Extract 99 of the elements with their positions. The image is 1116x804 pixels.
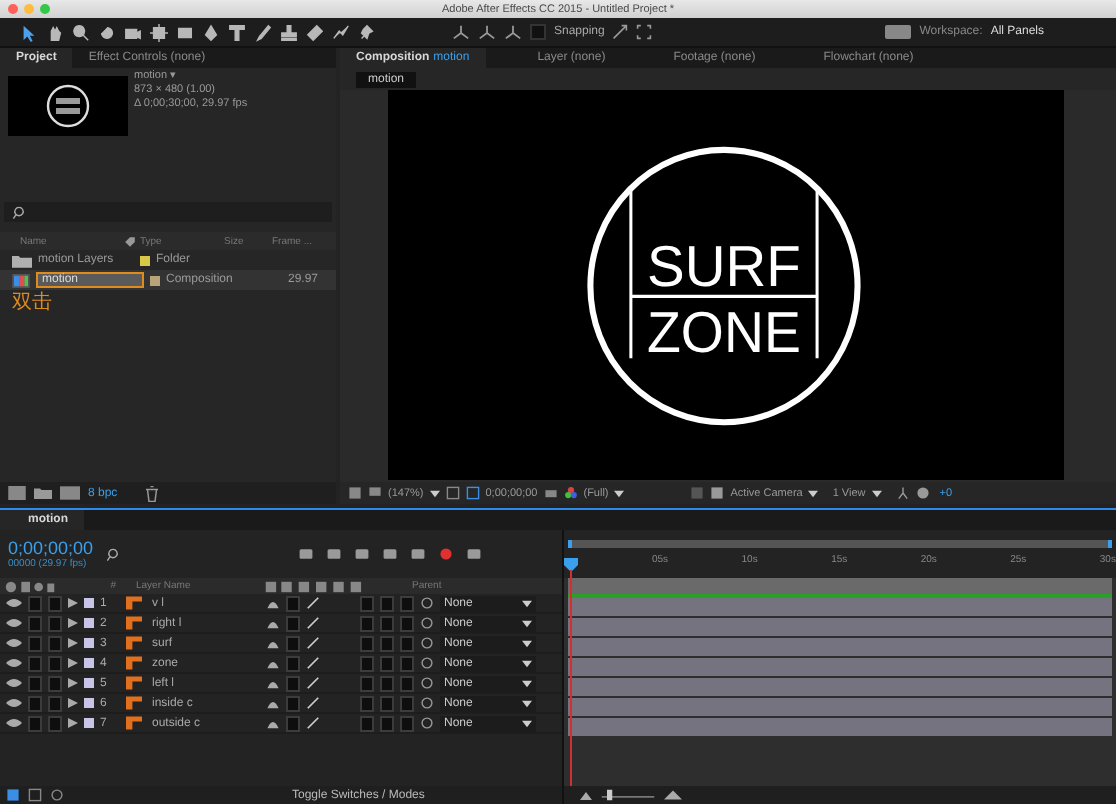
search-icon[interactable] [72, 23, 90, 41]
switch-box[interactable] [28, 595, 42, 611]
switch-box[interactable] [360, 655, 374, 671]
roto-brush-icon[interactable] [332, 23, 350, 41]
switch-box[interactable] [48, 675, 62, 691]
switch-box[interactable] [360, 675, 374, 691]
switch-box[interactable] [48, 635, 62, 651]
zoom-slider[interactable] [598, 788, 658, 802]
label-swatch[interactable] [84, 618, 94, 628]
zoom-out-icon[interactable] [580, 791, 592, 799]
pin-icon[interactable] [358, 23, 376, 41]
crosshair-icon[interactable] [150, 23, 168, 41]
switch-box[interactable] [380, 595, 394, 611]
switch-box[interactable] [286, 675, 300, 691]
switch-box[interactable] [28, 675, 42, 691]
label-swatch[interactable] [84, 658, 94, 668]
switch-box[interactable] [360, 615, 374, 631]
label-swatch[interactable] [84, 638, 94, 648]
switch-box[interactable] [380, 675, 394, 691]
switch-box[interactable] [400, 695, 414, 711]
switch-box[interactable] [380, 695, 394, 711]
playhead[interactable] [564, 558, 578, 572]
switch-box[interactable] [48, 655, 62, 671]
switch-box[interactable] [286, 615, 300, 631]
brush-icon[interactable] [254, 23, 272, 41]
caret-icon[interactable] [808, 489, 819, 497]
type-tool-icon[interactable] [228, 23, 246, 41]
search-icon [105, 547, 120, 561]
switch-box[interactable] [286, 595, 300, 611]
selection-arrow-icon[interactable] [20, 23, 38, 41]
switch-box[interactable] [400, 595, 414, 611]
caret-icon [522, 679, 532, 687]
caret-icon[interactable] [871, 489, 882, 497]
switch-box[interactable] [400, 635, 414, 651]
switch-box[interactable] [380, 715, 394, 731]
caret-icon [522, 599, 532, 607]
switch-box[interactable] [380, 655, 394, 671]
switch-box[interactable] [48, 695, 62, 711]
caret-icon [522, 659, 532, 667]
switch-box[interactable] [360, 715, 374, 731]
switch-box[interactable] [48, 615, 62, 631]
label-icon[interactable] [124, 235, 136, 247]
search-icon [12, 205, 26, 219]
caret-icon[interactable] [614, 489, 625, 497]
snap-icon[interactable] [612, 24, 629, 40]
expand-icon[interactable] [636, 24, 653, 40]
switch-box[interactable] [286, 695, 300, 711]
switch-box[interactable] [48, 715, 62, 731]
label-swatch[interactable] [84, 718, 94, 728]
label-swatch[interactable] [84, 698, 94, 708]
trash-icon[interactable] [145, 485, 158, 501]
grid-icon[interactable] [445, 486, 460, 500]
switch-box[interactable] [380, 615, 394, 631]
caret-icon [522, 619, 532, 627]
composition-icon [12, 273, 30, 287]
switch-box[interactable] [28, 635, 42, 651]
channels-icon[interactable] [563, 486, 578, 500]
zoom-in-icon[interactable] [664, 790, 682, 800]
switch-box[interactable] [360, 635, 374, 651]
switch-box[interactable] [286, 655, 300, 671]
switch-box[interactable] [286, 715, 300, 731]
switch-box[interactable] [400, 655, 414, 671]
switch-box[interactable] [286, 635, 300, 651]
switch-box[interactable] [48, 595, 62, 611]
switch-box[interactable] [28, 615, 42, 631]
search-field[interactable] [4, 202, 332, 222]
switch-box[interactable] [28, 715, 42, 731]
logo-text: SURF [647, 235, 802, 301]
eraser-icon[interactable] [306, 23, 324, 41]
clock-icon[interactable] [50, 788, 64, 802]
folder-icon[interactable] [34, 486, 52, 500]
switch-box[interactable] [400, 615, 414, 631]
caret-icon[interactable] [429, 489, 440, 497]
axis-icon[interactable] [452, 23, 470, 41]
switch-box[interactable] [400, 675, 414, 691]
switch-box[interactable] [28, 695, 42, 711]
axis-icon[interactable] [504, 23, 522, 41]
switch-box[interactable] [400, 715, 414, 731]
hand-icon[interactable] [46, 23, 64, 41]
annotation-text: 双击 [10, 290, 54, 318]
caret-icon [522, 699, 532, 707]
axis-icon[interactable] [478, 23, 496, 41]
caret-icon [522, 719, 532, 727]
snapping-checkbox[interactable] [530, 24, 546, 40]
label-swatch[interactable] [84, 598, 94, 608]
switch-box[interactable] [380, 635, 394, 651]
mask-icon[interactable] [465, 486, 480, 500]
logo-text: ZONE [647, 301, 805, 367]
record-icon[interactable] [437, 546, 454, 562]
pen-icon[interactable] [202, 23, 220, 41]
switch-box[interactable] [360, 595, 374, 611]
current-time[interactable]: 0;00;00;00 [8, 538, 94, 558]
rectangle-icon[interactable] [176, 23, 194, 41]
stamp-icon[interactable] [280, 23, 298, 41]
caret-icon [522, 639, 532, 647]
switch-box[interactable] [360, 695, 374, 711]
label-swatch[interactable] [84, 678, 94, 688]
switches-icon [4, 579, 56, 593]
switch-box[interactable] [28, 655, 42, 671]
